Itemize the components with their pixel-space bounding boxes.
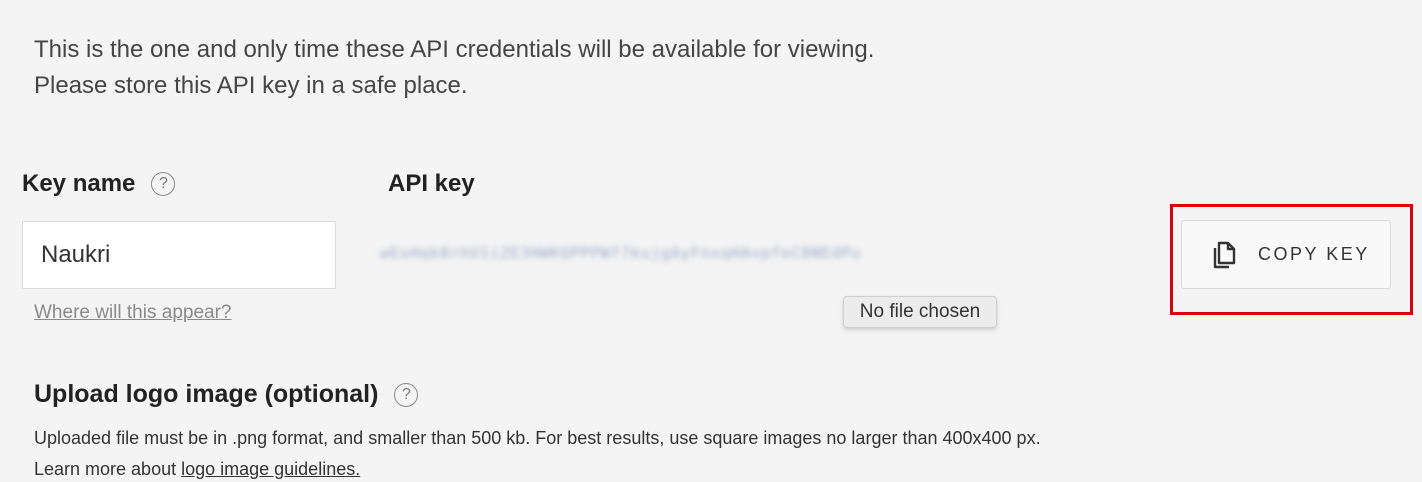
- file-input-status[interactable]: No file chosen: [843, 296, 997, 328]
- where-will-this-appear-link[interactable]: Where will this appear?: [34, 302, 231, 324]
- key-name-label: Key name ?: [22, 170, 176, 198]
- api-key-value: wEuHqk8rhU1iZE3HWKQPPPWf7kujgAyFnxqHAvpf…: [380, 244, 862, 262]
- learn-more-line: Learn more about logo image guidelines.: [34, 454, 1041, 482]
- learn-more-prefix: Learn more about: [34, 459, 182, 479]
- copy-key-button[interactable]: COPY KEY: [1181, 220, 1391, 289]
- upload-logo-title-text: Upload logo image (optional): [34, 380, 379, 408]
- key-name-input[interactable]: [22, 221, 336, 289]
- upload-logo-title: Upload logo image (optional) ?: [34, 380, 419, 409]
- intro-line-2: Please store this API key in a safe plac…: [34, 72, 468, 99]
- key-name-help-icon[interactable]: ?: [151, 172, 176, 196]
- upload-description: Uploaded file must be in .png format, an…: [34, 423, 1041, 482]
- api-key-label-text: API key: [388, 170, 475, 197]
- copy-icon: [1213, 241, 1236, 268]
- intro-line-1: This is the one and only time these API …: [34, 36, 875, 63]
- upload-requirements-text: Uploaded file must be in .png format, an…: [34, 428, 1041, 448]
- api-credentials-page: This is the one and only time these API …: [0, 0, 1422, 482]
- api-key-label: API key: [388, 170, 475, 198]
- intro-notice: This is the one and only time these API …: [34, 32, 874, 104]
- upload-help-icon[interactable]: ?: [394, 382, 419, 407]
- copy-key-label: COPY KEY: [1258, 244, 1370, 264]
- logo-guidelines-link[interactable]: logo image guidelines.: [181, 459, 360, 479]
- key-name-label-text: Key name: [22, 170, 136, 197]
